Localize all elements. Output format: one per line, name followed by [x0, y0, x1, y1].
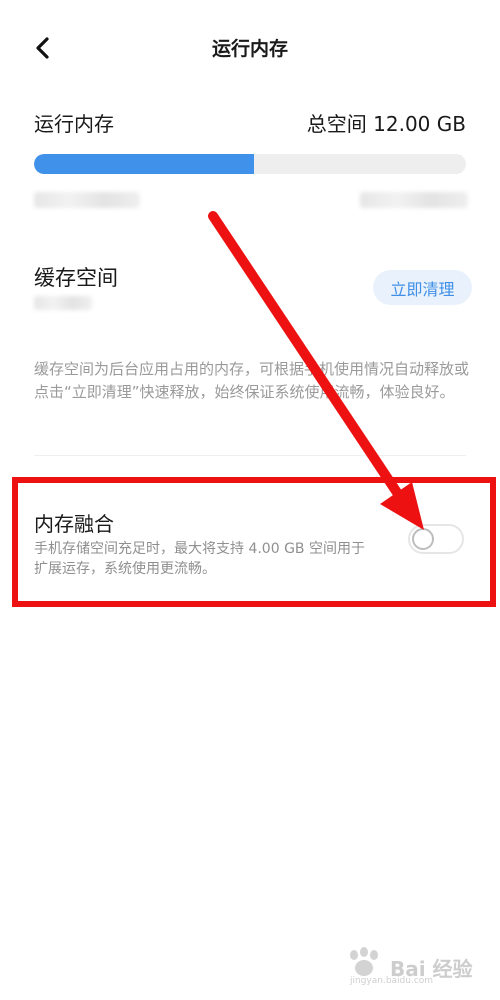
paw-logo-icon [350, 947, 378, 976]
header-bar: 运行内存 [0, 0, 500, 96]
page-title: 运行内存 [211, 38, 288, 60]
cache-description: 缓存空间为后台应用占用的内存，可根据手机使用情况自动释放或点击“立即清理”快速释… [34, 360, 470, 401]
cache-section-title: 缓存空间 [34, 266, 118, 290]
memory-fusion-title: 内存融合 [34, 512, 114, 536]
cache-size-value-blurred [34, 296, 92, 310]
watermark: Bai 经验 jingyan.baidu.com [344, 945, 474, 986]
memory-free-value-blurred [360, 192, 468, 208]
memory-section-title: 运行内存 [34, 112, 114, 136]
section-divider [34, 455, 466, 456]
memory-fusion-description: 手机存储空间充足时，最大将支持 4.00 GB 空间用于扩展运存，系统使用更流畅… [34, 541, 365, 577]
memory-usage-fill [34, 154, 255, 174]
memory-total-space: 总空间 12.00 GB [306, 112, 466, 136]
memory-fusion-toggle[interactable] [408, 524, 464, 554]
memory-usage-bar [34, 154, 466, 174]
red-arrow-icon [208, 211, 424, 530]
memory-used-value-blurred [34, 192, 140, 208]
toggle-knob [412, 528, 434, 550]
watermark-url: jingyan.baidu.com [350, 976, 434, 986]
clean-now-button[interactable]: 立即清理 [373, 270, 472, 305]
